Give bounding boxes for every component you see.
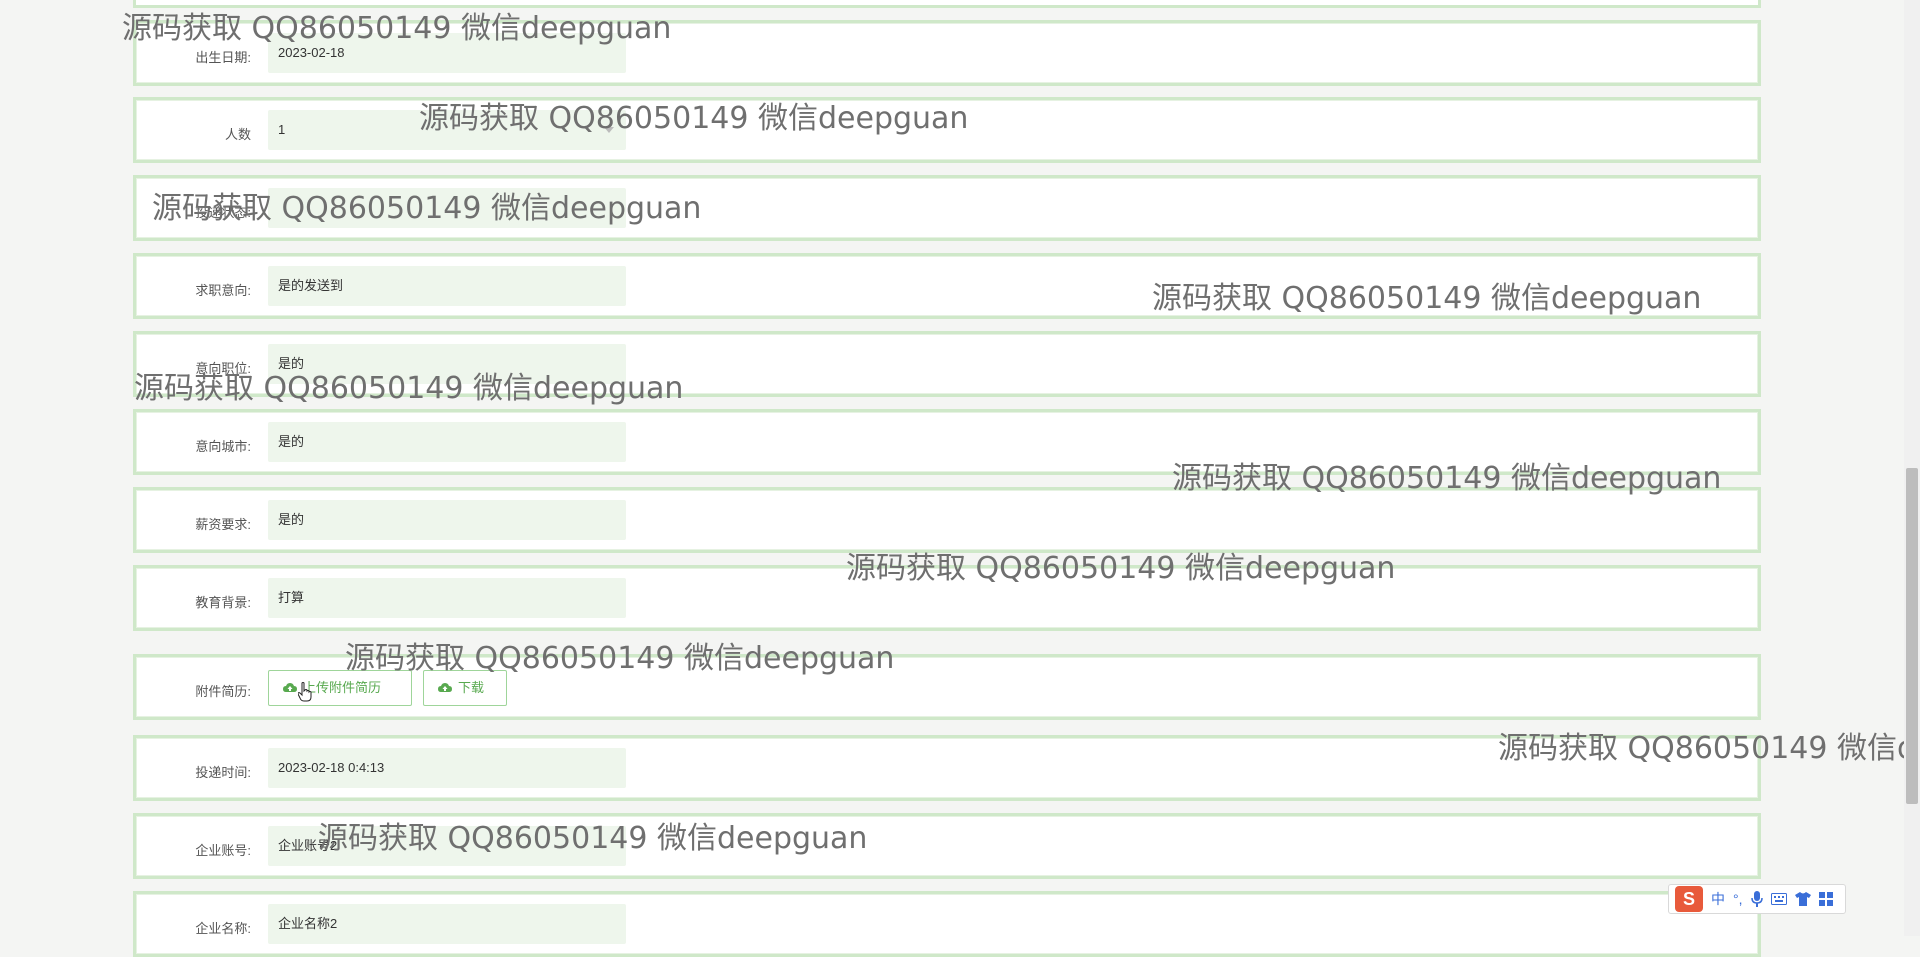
ime-punct-toggle[interactable]: °,: [1733, 891, 1743, 907]
city-label: 意向城市:: [195, 439, 251, 454]
ime-mode-toggle[interactable]: 中: [1711, 889, 1725, 909]
form-row-resume: 附件简历: 上传附件简历 下载: [133, 654, 1761, 720]
form-row-intent: 求职意向: 是的发送到: [133, 253, 1761, 319]
download-label: 下载: [458, 680, 485, 695]
form-row-position: 意向职位: 是的: [133, 331, 1761, 397]
salary-field[interactable]: 是的: [268, 500, 626, 540]
company-name-field[interactable]: 企业名称2: [268, 904, 626, 944]
download-button[interactable]: 下载: [423, 670, 507, 706]
grid-icon[interactable]: [1818, 892, 1833, 906]
company-account-label: 企业账号:: [195, 843, 251, 858]
people-value: 1: [278, 122, 286, 137]
shirt-icon[interactable]: [1794, 892, 1811, 906]
intent-label: 求职意向:: [195, 283, 251, 298]
education-field[interactable]: 打算: [268, 578, 626, 618]
form-row-education: 教育背景: 打算: [133, 565, 1761, 631]
form-row-salary: 薪资要求: 是的: [133, 487, 1761, 553]
scrollbar-thumb[interactable]: [1906, 468, 1918, 804]
status-label: 投递状态:: [195, 205, 251, 220]
upload-resume-button[interactable]: 上传附件简历: [268, 670, 412, 706]
submit-time-field[interactable]: 2023-02-18 0:4:13: [268, 748, 626, 788]
sogou-logo-icon[interactable]: S: [1675, 886, 1703, 912]
chevron-down-icon: [604, 127, 614, 133]
education-label: 教育背景:: [195, 595, 251, 610]
position-label: 意向职位:: [195, 361, 251, 376]
form-row-status: 投递状态:: [133, 175, 1761, 241]
salary-label: 薪资要求:: [195, 517, 251, 532]
hand-cursor-icon: [298, 682, 312, 702]
keyboard-icon[interactable]: [1770, 893, 1787, 905]
status-field[interactable]: [268, 188, 626, 228]
form-row-company-name: 企业名称: 企业名称2: [133, 891, 1761, 957]
birth-date-field[interactable]: 2023-02-18: [268, 33, 626, 73]
people-label: 人数: [224, 127, 251, 142]
form-row-city: 意向城市: 是的: [133, 409, 1761, 475]
form-row-submit-time: 投递时间: 2023-02-18 0:4:13: [133, 735, 1761, 801]
submit-time-label: 投递时间:: [195, 765, 251, 780]
people-select[interactable]: 1: [268, 110, 626, 150]
form-row-people: 人数 1: [133, 97, 1761, 163]
birth-date-label: 出生日期:: [195, 50, 251, 65]
vertical-scrollbar[interactable]: [1904, 0, 1920, 936]
company-name-label: 企业名称:: [195, 921, 251, 936]
position-field[interactable]: 是的: [268, 344, 626, 384]
resume-label: 附件简历:: [195, 684, 251, 699]
ime-toolbar[interactable]: S 中 °,: [1668, 884, 1846, 914]
form-row-birth-date: 出生日期: 2023-02-18: [133, 20, 1761, 86]
upload-resume-label: 上传附件简历: [303, 680, 382, 695]
form-row-company-account: 企业账号: 企业账号2: [133, 813, 1761, 879]
cloud-upload-icon: [283, 683, 297, 692]
company-account-field[interactable]: 企业账号2: [268, 826, 626, 866]
city-field[interactable]: 是的: [268, 422, 626, 462]
form-area: 出生日期: 2023-02-18 人数 1 投递状态: 求职意向: 是的发送到 …: [133, 0, 1769, 957]
cloud-upload-icon: [438, 683, 452, 692]
intent-field[interactable]: 是的发送到: [268, 266, 626, 306]
mic-icon[interactable]: [1750, 891, 1763, 907]
